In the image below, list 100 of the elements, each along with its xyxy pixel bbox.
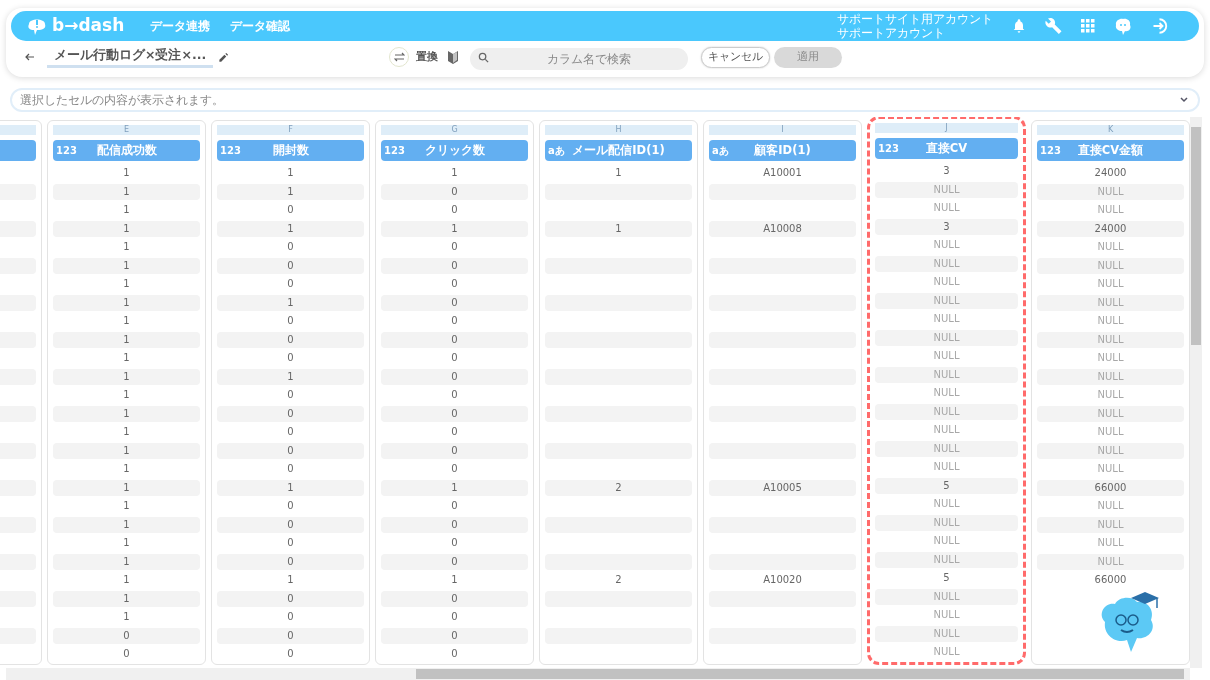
table-cell: NULL [1037,257,1184,274]
table-cell-text: 1 [450,573,459,588]
table-cell-text: 1 [614,166,623,181]
table-cell: NULL [875,588,1018,605]
table-cell: 1 [217,294,364,311]
column-header[interactable]: aあ 顧客ID(1) [709,140,856,161]
table-cell-text: 1 [122,536,131,551]
table-cell-text: A10020 [762,573,803,588]
table-cell-text: NULL [932,423,961,438]
table-cell: 0 [381,294,528,311]
table-cell: NULL [875,403,1018,420]
chat-bubble-icon[interactable] [1113,17,1133,35]
table-cell: 2 [545,479,692,496]
table-cell: NULL [1037,331,1184,348]
nav-link[interactable]: データ連携 [150,17,211,35]
table-cell-text: NULL [932,645,961,660]
table-cell-text: 2 [614,573,623,588]
formula-bar[interactable]: 選択したセルの内容が表示されます。 [10,88,1200,112]
table-cell-text: 0 [286,499,295,514]
table-cell-text: 0 [286,277,295,292]
table-cell: A10005 [709,479,856,496]
table-cell: 0 [217,331,364,348]
wrench-icon[interactable] [1045,17,1063,35]
nav-link[interactable]: データ確認 [230,17,291,35]
type-label: aあ [712,144,729,158]
table-cell-text: NULL [1096,499,1125,514]
type-label: 123 [878,142,899,156]
table-cell-text: 1 [286,573,295,588]
table-cell-text: NULL [932,312,961,327]
table-cell-text: NULL [1096,240,1125,255]
table-cell-text: 5 [942,571,951,586]
table-cell-text: 66000 [1093,573,1128,588]
report-title[interactable]: メール行動ログ×受注×... [47,45,214,69]
table-cell-text: 24000 [1093,166,1128,181]
table-cell: 0 [381,516,528,533]
table-cell-text: 0 [286,536,295,551]
table-cell: NULL [1037,405,1184,422]
column-letter[interactable]: H [545,125,692,135]
table-cell-text: 0 [450,240,459,255]
search-field[interactable]: カラム名で検索 [470,48,689,70]
table-cell: 0 [381,442,528,459]
table-cell: 1 [53,553,200,570]
table-cell-text: 1 [122,240,131,255]
vertical-scrollbar[interactable] [1190,117,1202,668]
table-cell: 5 [875,477,1018,494]
table-cell-text: 0 [450,499,459,514]
table-cell: 3 [875,218,1018,235]
column-header[interactable]: 123 配信成功数 [53,140,200,161]
search-icon [478,51,490,63]
table-cell-text: 1 [122,203,131,218]
table-cell: 0 [217,405,364,422]
table-cell: 1 [381,220,528,237]
table-cell: 1 [381,479,528,496]
table-cell-text: NULL [932,386,961,401]
column-letter[interactable]: E [53,125,200,135]
table-cell-text: NULL [932,349,961,364]
table-cell-text: 1 [122,351,131,366]
beginner-mark-icon[interactable] [448,50,459,64]
pencil-icon[interactable] [218,51,230,63]
table-cell-text: 1 [286,166,295,181]
column-header[interactable]: 123 クリック数 [381,140,528,161]
table-cell: 0 [217,257,364,274]
table-cell-text: NULL [1096,351,1125,366]
column-letter[interactable]: J [875,123,1018,133]
column-letter[interactable]: G [381,125,528,135]
column-header[interactable]: 123 直接CV [875,138,1018,159]
table-cell-text: NULL [932,238,961,253]
table-cell-text: NULL [1096,388,1125,403]
table-cell-text: 3 [942,164,951,179]
grid-icon[interactable] [1081,19,1095,33]
table-cell-text: 1 [122,462,131,477]
toolbar-button[interactable]: キャンセル [701,46,771,68]
type-label: 123 [384,144,405,158]
back-arrow-icon[interactable] [25,52,35,62]
column-header[interactable]: 123 開封数 [217,140,364,161]
horizontal-scrollbar[interactable] [6,668,1190,680]
table-cell-text: 1 [122,388,131,403]
table-cell: 1 [53,479,200,496]
table-cell: NULL [1037,442,1184,459]
bell-icon[interactable] [1011,18,1027,34]
replace-label[interactable]: 置換 [416,48,439,66]
table-cell-text: 1 [450,166,459,181]
column-letter[interactable]: I [709,125,856,135]
table-cell: 1 [53,220,200,237]
table-cell: 1 [217,183,364,200]
table-cell-text: 0 [450,203,459,218]
table-cell: NULL [875,181,1018,198]
table-cell: NULL [875,440,1018,457]
type-label: aあ [548,144,565,158]
table-cell: 1 [53,590,200,607]
table-cell-text: 0 [286,388,295,403]
table-cell: 0 [381,183,528,200]
table-cell-text: 0 [450,277,459,292]
table-cell-text: 0 [286,203,295,218]
column-header[interactable]: aあ メール配信ID(1) [545,140,692,161]
column-header[interactable]: 123 直接CV金額 [1037,140,1184,161]
table-cell: NULL [1037,553,1184,570]
column-letter[interactable]: K [1037,125,1184,135]
logo-text[interactable]: b→dash [52,13,125,39]
column-letter[interactable]: F [217,125,364,135]
